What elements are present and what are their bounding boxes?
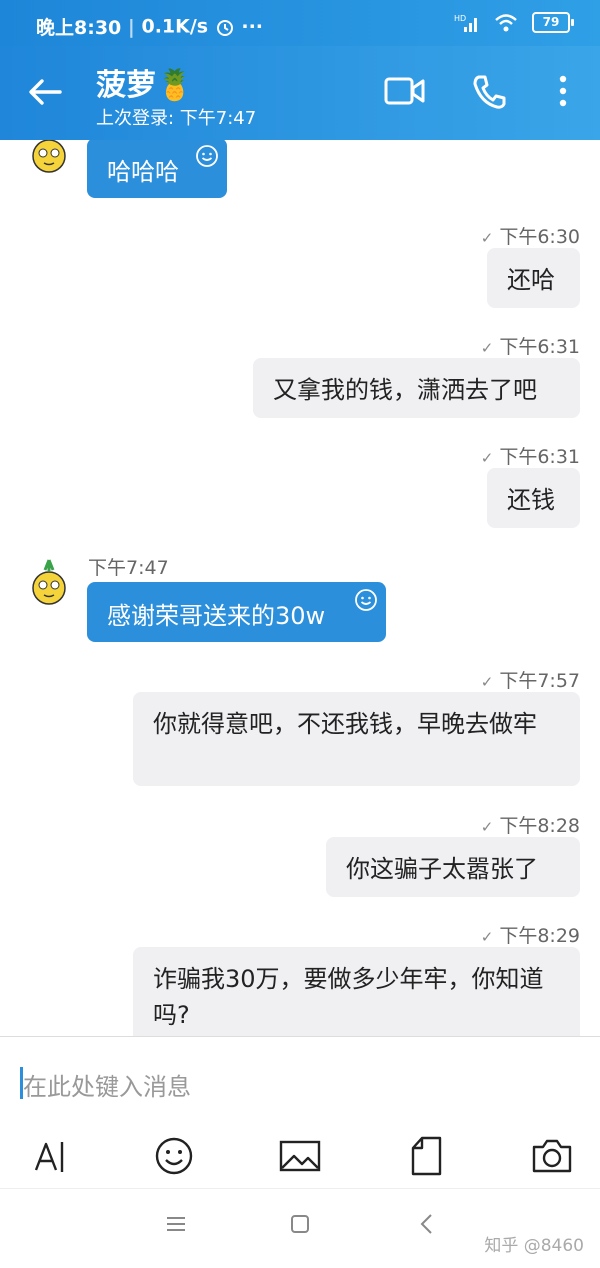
message-text: 还哈 — [507, 266, 555, 294]
message-timestamp: ✓ 下午6:31 — [480, 446, 580, 468]
message-bubble-outgoing[interactable]: 还钱 — [487, 468, 580, 528]
camera-icon[interactable] — [530, 1134, 574, 1178]
sent-check-icon: ✓ — [480, 339, 494, 357]
message-bubble-outgoing[interactable]: 你这骗子太嚣张了 — [326, 837, 580, 897]
contact-avatar[interactable] — [28, 558, 70, 606]
alarm-icon — [216, 19, 233, 36]
chat-header: 菠萝🍍 上次登录: 下午7:47 — [0, 46, 600, 140]
status-bar: 晚上8:30 | 0.1K/s ··· HD 79 — [0, 0, 600, 46]
smile-reaction-icon[interactable] — [195, 144, 219, 168]
message-bubble-incoming[interactable]: 哈哈哈 — [87, 140, 227, 198]
more-options-icon[interactable] — [556, 74, 570, 108]
sent-check-icon: ✓ — [480, 449, 494, 467]
message-timestamp: ✓ 下午8:28 — [480, 815, 580, 837]
message-timestamp: ✓ 下午8:29 — [480, 925, 580, 947]
emoji-icon[interactable] — [152, 1134, 196, 1178]
sent-check-icon: ✓ — [480, 673, 494, 691]
sent-check-icon: ✓ — [480, 928, 494, 946]
message-text: 还钱 — [507, 486, 555, 514]
back-arrow-icon[interactable] — [24, 70, 68, 114]
home-nav-icon[interactable] — [289, 1213, 311, 1235]
status-left: 晚上8:30 | 0.1K/s ··· — [36, 15, 264, 40]
message-timestamp: 下午7:47 — [88, 557, 169, 579]
status-time: 晚上8:30 — [36, 17, 122, 39]
message-timestamp: ✓ 下午6:30 — [480, 226, 580, 248]
wifi-icon — [495, 13, 517, 31]
message-bubble-outgoing[interactable]: 又拿我的钱，潇洒去了吧 — [253, 358, 580, 418]
message-bubble-outgoing[interactable]: 还哈 — [487, 248, 580, 308]
message-bubble-outgoing[interactable]: 你就得意吧，不还我钱，早晚去做牢 — [133, 692, 580, 786]
network-speed: 0.1K/s — [141, 15, 209, 38]
message-text: 哈哈哈 — [107, 158, 179, 186]
sent-check-icon: ✓ — [480, 229, 494, 247]
message-bubble-outgoing[interactable]: 诈骗我30万，要做多少年牢，你知道吗? — [133, 947, 580, 1036]
image-icon[interactable] — [278, 1134, 322, 1178]
back-nav-icon[interactable] — [416, 1213, 438, 1235]
menu-nav-icon[interactable] — [165, 1213, 187, 1235]
message-text: 你这骗子太嚣张了 — [346, 855, 538, 883]
message-text: 又拿我的钱，潇洒去了吧 — [273, 376, 537, 404]
phone-call-icon[interactable] — [472, 74, 506, 110]
message-timestamp: ✓ 下午7:57 — [480, 670, 580, 692]
last-login: 上次登录: 下午7:47 — [96, 108, 257, 129]
more-notifications: ··· — [241, 15, 264, 38]
compose-toolbar — [0, 1124, 600, 1188]
sent-check-icon: ✓ — [480, 818, 494, 836]
battery-indicator: 79 — [532, 12, 574, 33]
message-text: 感谢荣哥送来的30w — [107, 602, 326, 630]
video-call-icon[interactable] — [384, 74, 426, 108]
contact-avatar[interactable] — [28, 140, 70, 174]
text-format-icon[interactable] — [28, 1134, 72, 1178]
message-input[interactable]: 在此处键入消息 — [23, 1067, 191, 1102]
message-input-bar[interactable]: 在此处键入消息 — [0, 1036, 600, 1125]
signal-hd-label: HD — [454, 14, 466, 23]
signal-icon: HD — [454, 14, 477, 32]
file-icon[interactable] — [404, 1134, 448, 1178]
message-text: 你就得意吧，不还我钱，早晚去做牢 — [153, 710, 537, 738]
message-text: 诈骗我30万，要做多少年牢，你知道吗? — [153, 965, 544, 1029]
message-timestamp: ✓ 下午6:31 — [480, 336, 580, 358]
watermark: 知乎 @8460 — [484, 1236, 584, 1256]
system-nav-bar: 知乎 @8460 — [0, 1188, 600, 1268]
message-list[interactable]: 哈哈哈 ✓ 下午6:30 还哈 ✓ 下午6:31 又拿我的钱，潇洒去了吧 ✓ 下午6:… — [0, 140, 600, 1036]
contact-name: 菠萝🍍 — [96, 68, 194, 103]
message-bubble-incoming[interactable]: 感谢荣哥送来的30w — [87, 582, 386, 642]
smile-reaction-icon[interactable] — [354, 588, 378, 612]
